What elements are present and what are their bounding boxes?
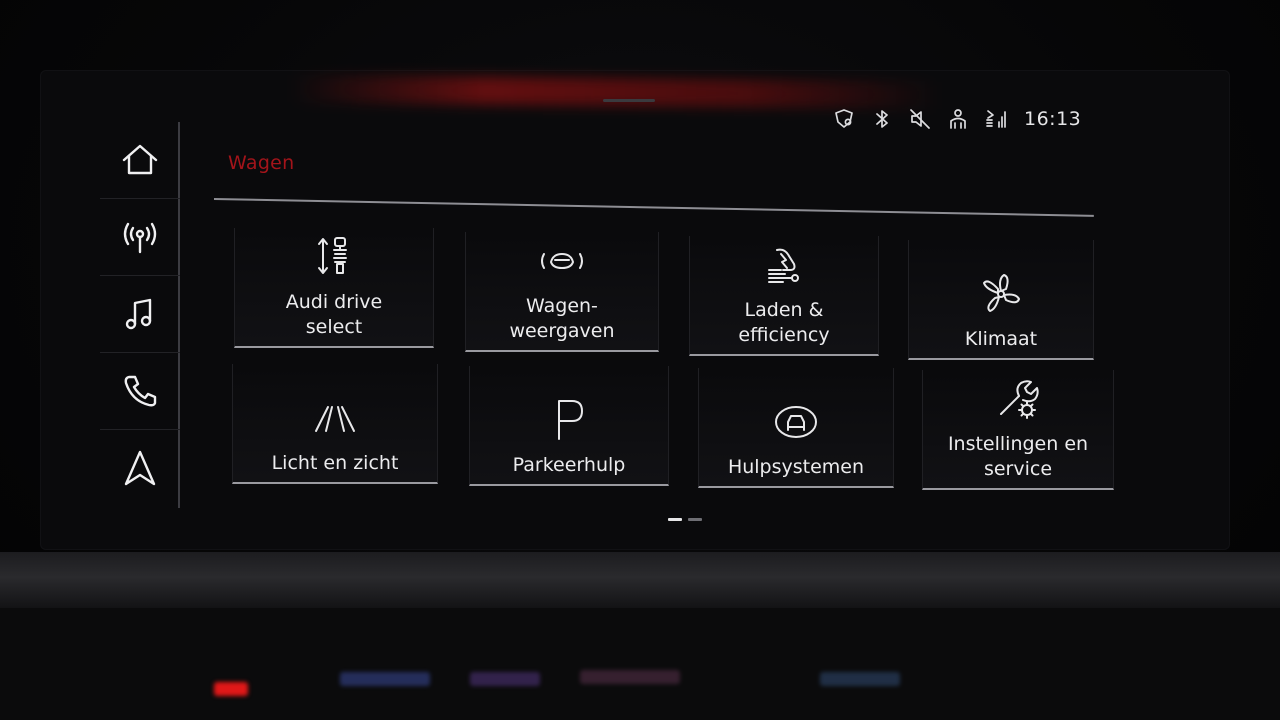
tile-klimaat[interactable]: Klimaat [908,240,1094,360]
tile-laden-efficiency[interactable]: Laden & efficiency [689,236,879,356]
fan-icon [983,274,1020,312]
profile-icon [950,109,966,129]
sidebar-item-navigation[interactable] [100,430,180,506]
lte-signal-icon [986,110,1006,128]
tile-label: Licht en zicht [271,452,399,474]
climate-display-light [340,672,430,686]
dashboard-lower-panel [0,608,1280,720]
hazard-indicator-light [214,682,248,696]
tile-audi-drive-select[interactable]: Audi drive select [234,228,434,348]
tile-hulpsystemen[interactable]: Hulpsystemen [698,368,894,488]
tile-label: Wagen- weergaven [509,295,615,342]
sidebar-item-media[interactable] [100,276,180,353]
sidebar-item-radio[interactable] [100,199,180,276]
climate-display-light [470,672,540,686]
tile-label: Laden & efficiency [738,299,830,346]
car-view-icon [541,253,583,269]
status-bar: 16:13 [832,104,1081,134]
home-icon [122,144,158,175]
page-indicator[interactable] [668,518,702,521]
page-title: Wagen [228,152,295,174]
sidebar-item-home[interactable] [100,122,180,199]
tile-label: Instellingen en service [947,433,1089,480]
tile-wagenweergaven[interactable]: Wagen- weergaven [465,232,659,352]
tile-label: Audi drive select [285,291,383,338]
tile-label: Parkeerhulp [512,454,626,476]
radio-antenna-icon [123,222,157,254]
page-dot-2[interactable] [688,518,702,521]
climate-display-light [820,672,900,686]
dashboard-trim [0,552,1280,608]
wrench-gear-icon [1000,380,1039,419]
navigation-arrow-icon [124,450,156,486]
charging-efficiency-icon [768,248,799,283]
tile-label: Hulpsystemen [727,456,865,478]
sidebar [100,122,180,508]
driver-assist-icon [775,406,817,438]
parking-icon [558,400,583,440]
phone-icon [124,375,157,407]
tile-parkeerhulp[interactable]: Parkeerhulp [469,366,669,486]
tile-licht-en-zicht[interactable]: Licht en zicht [232,364,438,484]
navigation-alert-icon [835,109,853,128]
pull-down-handle[interactable] [603,99,655,102]
page-dot-1[interactable] [668,518,682,521]
bluetooth-icon [876,110,888,128]
tile-label: Klimaat [964,328,1038,350]
tile-instellingen-en-service[interactable]: Instellingen en service [922,370,1114,490]
sidebar-item-phone[interactable] [100,353,180,430]
climate-display-light [580,670,680,684]
headlight-beam-icon [315,406,355,432]
clock: 16:13 [1024,108,1082,130]
suspension-icon [318,237,347,274]
music-note-icon [125,298,152,330]
mute-icon [910,109,930,129]
